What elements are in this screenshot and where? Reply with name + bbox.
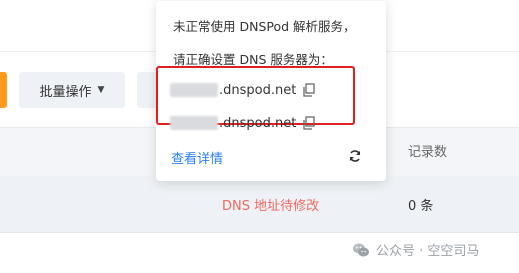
watermark-text: 公众号 · 空空司马 bbox=[376, 244, 480, 259]
redacted-text bbox=[170, 116, 218, 130]
record-count: 0 条 bbox=[408, 199, 434, 214]
accent-button-edge[interactable] bbox=[0, 72, 7, 108]
popover-message-line2: 请正确设置 DNS 服务器为： bbox=[173, 52, 333, 67]
copy-icon[interactable] bbox=[302, 116, 316, 130]
nameserver-row: .dnspod.net bbox=[170, 79, 316, 101]
column-header-records: 记录数 bbox=[408, 145, 448, 160]
refresh-icon[interactable] bbox=[348, 148, 362, 162]
redacted-text bbox=[170, 83, 218, 97]
watermark: 公众号 · 空空司马 bbox=[352, 240, 479, 259]
bulk-actions-button[interactable]: 批量操作 ▼ bbox=[19, 72, 125, 108]
nameserver-text: .dnspod.net bbox=[219, 115, 297, 131]
nameserver-text: .dnspod.net bbox=[219, 82, 297, 98]
view-details-link[interactable]: 查看详情 bbox=[171, 148, 223, 167]
wechat-icon bbox=[352, 241, 370, 259]
nameserver-row: .dnspod.net bbox=[170, 112, 316, 134]
popover-message-line1: 未正常使用 DNSPod 解析服务， bbox=[173, 19, 356, 34]
dns-warning-popover: 未正常使用 DNSPod 解析服务， 请正确设置 DNS 服务器为： .dnsp… bbox=[156, 1, 386, 181]
copy-icon[interactable] bbox=[302, 83, 316, 97]
bulk-actions-label: 批量操作 bbox=[39, 84, 92, 100]
dns-status-text[interactable]: DNS 地址待修改 bbox=[222, 195, 319, 214]
chevron-down-icon: ▼ bbox=[97, 85, 105, 95]
